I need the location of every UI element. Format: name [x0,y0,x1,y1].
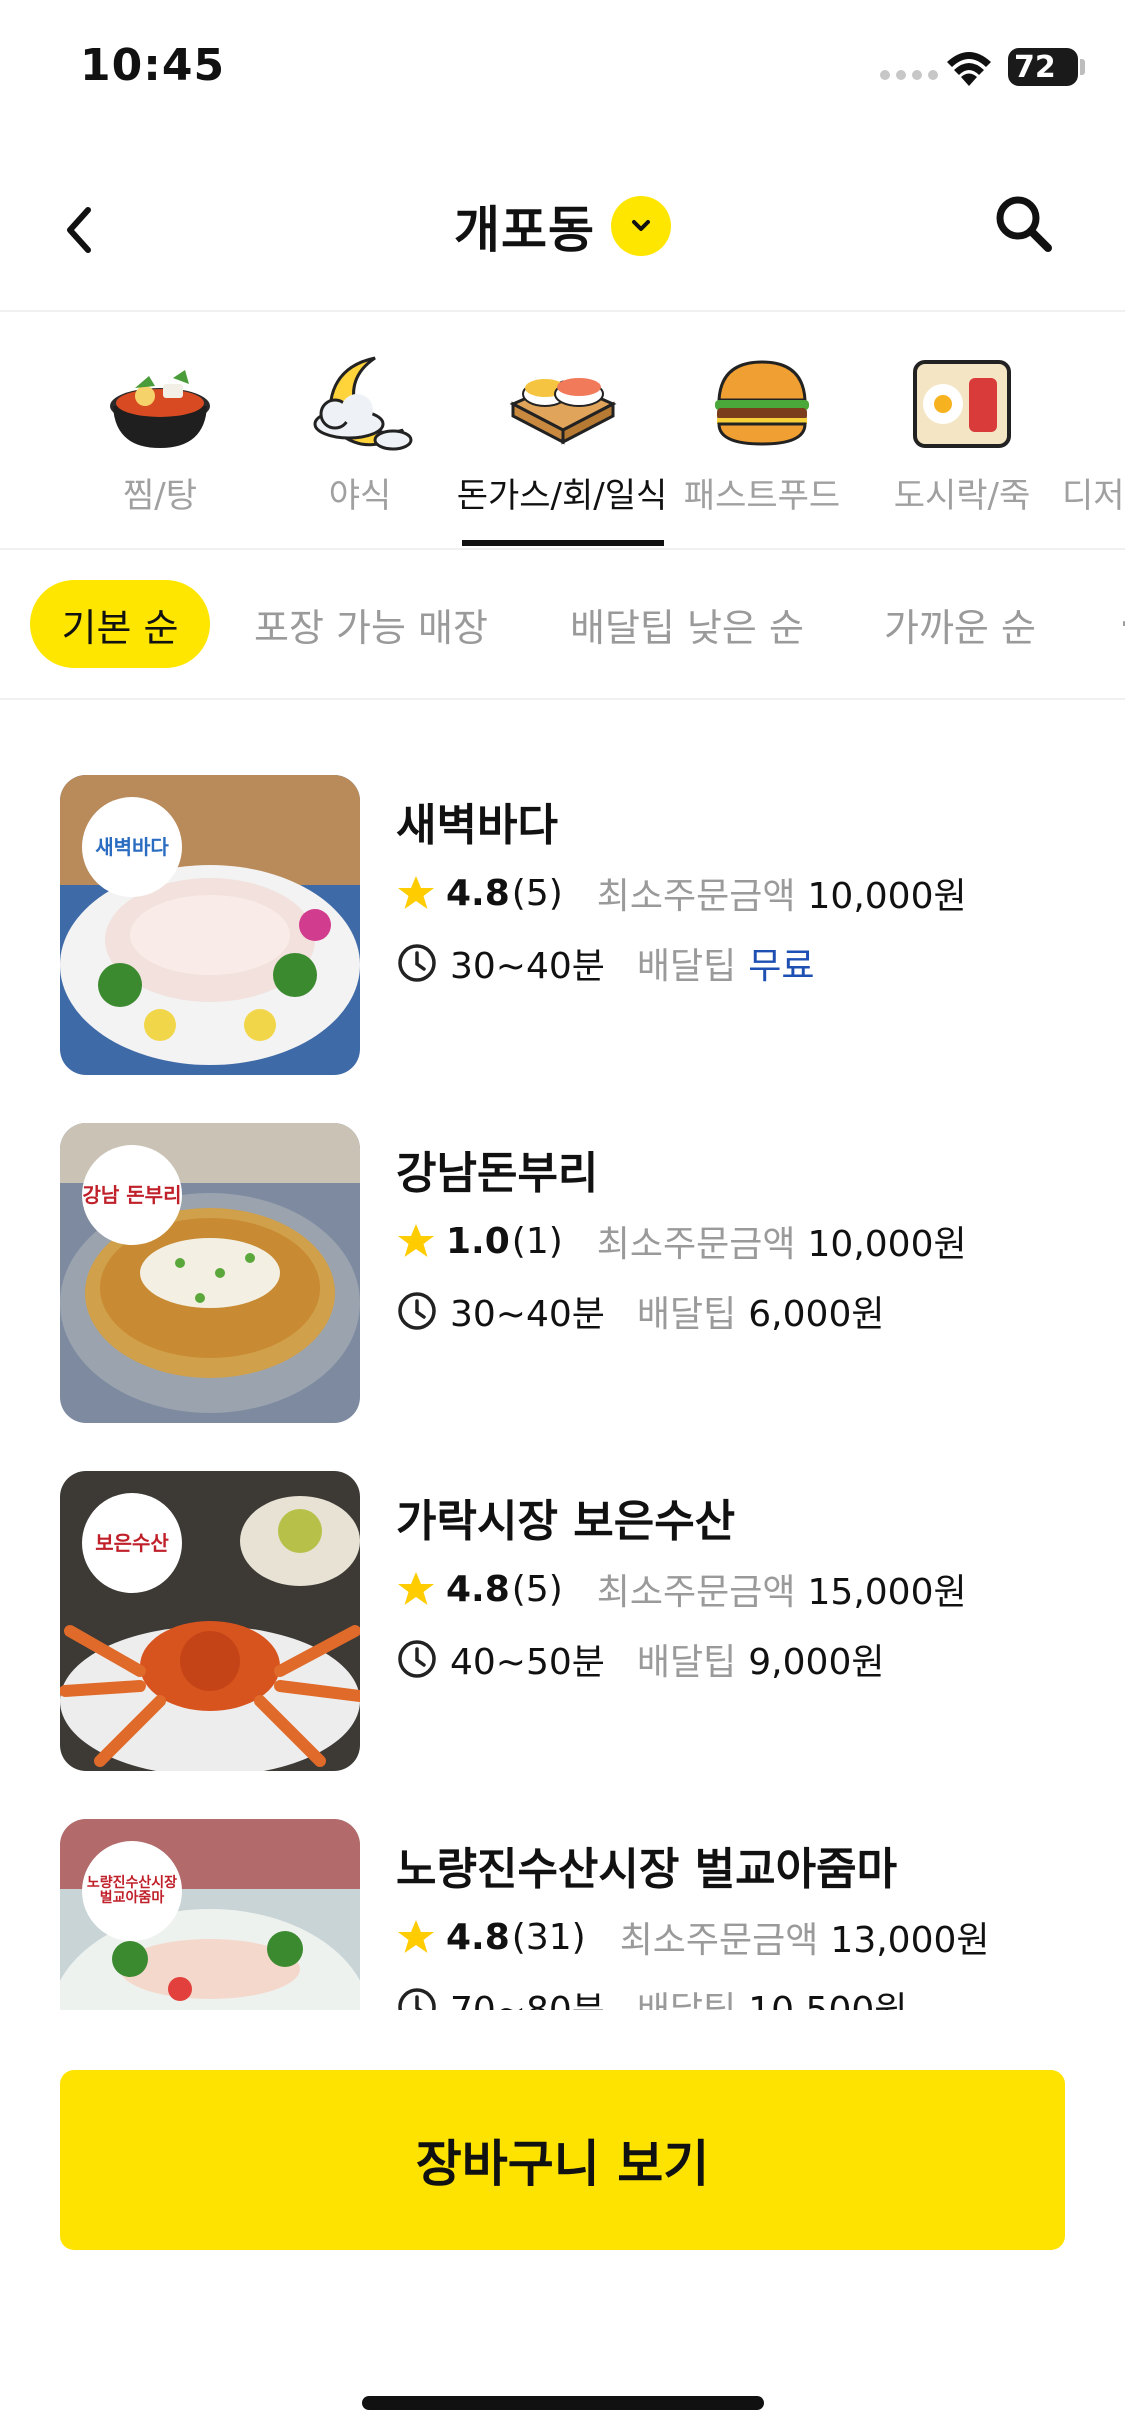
sort-default-chip[interactable]: 기본 순 [30,580,210,668]
tab-donkatsu-sushi[interactable]: 돈가스/회/일식 [457,312,667,548]
header: 개포동 [0,160,1125,310]
clock-icon [398,1640,436,1678]
store-rating-line: 1.0 (1) 최소주문금액 10,000원 [396,1215,967,1267]
more-chip-partial[interactable]: · [1115,580,1125,668]
rating-value: 4.8 [446,1916,510,1958]
min-order-value: 13,000원 [830,1920,990,1961]
store-thumbnail[interactable]: 노량진수산시장 벌교아줌마 [60,1819,360,2010]
location-selector[interactable]: 개포동 [0,190,1125,262]
delivery-tip-value: 9,000원 [748,1642,885,1683]
search-icon[interactable] [990,190,1060,260]
store-delivery-line: 30~40분 배달팁 무료 [396,937,815,989]
store-row[interactable]: 보은수산 가락시장 보은수산 4.8 (5) 최소주문금액 15,000원 40… [0,1471,1125,1771]
min-order-value: 15,000원 [807,1572,967,1613]
rating-value: 4.8 [446,1568,510,1610]
review-count: (5) [511,1568,563,1610]
clock-icon [398,1988,436,2010]
page-title[interactable]: 개포동 [454,190,595,262]
tab-dessert-partial[interactable]: 디저 [1062,312,1125,548]
category-label: 도시락/죽 [893,476,1031,516]
active-tab-indicator [462,540,664,546]
sushi-icon [509,378,617,445]
home-indicator[interactable] [362,2396,764,2410]
store-row[interactable]: 강남 돈부리 강남돈부리 1.0 (1) 최소주문금액 10,000원 30~4… [0,1123,1125,1423]
store-name[interactable]: 강남돈부리 [396,1137,598,1201]
tab-fastfood[interactable]: 패스트푸드 [662,312,862,548]
min-order-label: 최소주문금액 [619,1920,819,1961]
rating-value: 1.0 [446,1220,510,1262]
store-list: 새벽바다 새벽바다 4.8 (5) 최소주문금액 10,000원 30~40분 … [0,700,1125,2010]
min-order-label: 최소주문금액 [596,1224,796,1265]
store-thumbnail[interactable]: 강남 돈부리 [60,1123,360,1423]
store-thumbnail[interactable]: 보은수산 [60,1471,360,1771]
status-time: 10:45 [80,40,226,91]
delivery-time: 70~80분 [450,1981,605,2010]
chevron-down-icon[interactable] [611,196,671,256]
lunchbox-icon [913,360,1011,448]
tab-yasik[interactable]: 야식 [260,312,460,548]
store-delivery-line: 70~80분 배달팁 10,500원 [396,1981,907,2010]
status-bar: 10:45 72 [0,0,1125,140]
store-rating-line: 4.8 (31) 최소주문금액 13,000원 [396,1911,990,1963]
category-tabs: 찜/탕 야식 돈가스/회/일식 패스트푸드 도시락/죽 디저 [0,312,1125,548]
store-row[interactable]: 새벽바다 새벽바다 4.8 (5) 최소주문금액 10,000원 30~40분 … [0,775,1125,1075]
store-logo: 노량진수산시장 벌교아줌마 [82,1841,182,1941]
view-cart-button[interactable]: 장바구니 보기 [60,2070,1065,2250]
delivery-tip-value: 10,500원 [748,1981,907,2010]
tab-jjim-tang[interactable]: 찜/탕 [60,312,260,548]
delivery-time: 30~40분 [450,946,605,987]
battery-cap [1080,59,1085,75]
sort-filter-bar: 기본 순 포장 가능 매장 배달팁 낮은 순 가까운 순 · [0,550,1125,698]
min-order-value: 10,000원 [807,876,967,917]
star-icon [398,1224,434,1257]
tab-dosirak[interactable]: 도시락/죽 [862,312,1062,548]
delivery-tip-value: 6,000원 [748,1294,885,1335]
cellular-signal-icon [880,70,938,80]
min-order-label: 최소주문금액 [596,876,796,917]
review-count: (31) [511,1916,586,1958]
store-rating-line: 4.8 (5) 최소주문금액 15,000원 [396,1563,967,1615]
rating-value: 4.8 [446,872,510,914]
review-count: (5) [511,872,563,914]
delivery-time: 40~50분 [450,1642,605,1683]
clock-icon [398,1292,436,1330]
wifi-icon [947,52,991,86]
store-logo: 보은수산 [82,1493,182,1593]
star-icon [398,876,434,909]
delivery-tip-label: 배달팁 [636,1642,737,1683]
star-icon [398,1920,434,1953]
store-thumbnail[interactable]: 새벽바다 [60,775,360,1075]
nearest-chip[interactable]: 가까운 순 [884,580,1036,668]
moon-night-icon [313,356,413,451]
category-tab-partial[interactable] [0,312,40,548]
store-logo: 새벽바다 [82,797,182,897]
store-name[interactable]: 가락시장 보은수산 [396,1485,735,1549]
min-order-label: 최소주문금액 [596,1572,796,1613]
store-row[interactable]: 노량진수산시장 벌교아줌마 노량진수산시장 벌교아줌마 4.8 (31) 최소주… [0,1819,1125,2010]
min-order-value: 10,000원 [807,1224,967,1265]
store-delivery-line: 40~50분 배달팁 9,000원 [396,1633,884,1685]
battery-icon: 72 [1008,48,1078,86]
delivery-tip-label: 배달팁 [636,1294,737,1335]
delivery-time: 30~40분 [450,1294,605,1335]
store-logo: 강남 돈부리 [82,1145,182,1245]
delivery-tip-label: 배달팁 [636,946,737,987]
store-delivery-line: 30~40분 배달팁 6,000원 [396,1285,884,1337]
low-delivery-tip-chip[interactable]: 배달팁 낮은 순 [570,580,804,668]
store-name[interactable]: 새벽바다 [396,789,558,853]
delivery-tip-value: 무료 [748,946,815,987]
screen: 10:45 72 개포동 찜/탕 야식 돈가스/회/일식 패스트푸드 도시락/죽… [0,0,1125,2436]
clock-icon [398,944,436,982]
store-rating-line: 4.8 (5) 최소주문금액 10,000원 [396,867,967,919]
takeout-available-chip[interactable]: 포장 가능 매장 [254,580,488,668]
stew-pot-icon [110,370,210,448]
burger-icon [715,360,809,446]
category-label: 디저 [1062,476,1125,516]
star-icon [398,1572,434,1605]
review-count: (1) [511,1220,563,1262]
store-name[interactable]: 노량진수산시장 벌교아줌마 [396,1833,897,1897]
delivery-tip-label: 배달팁 [637,1981,736,2010]
